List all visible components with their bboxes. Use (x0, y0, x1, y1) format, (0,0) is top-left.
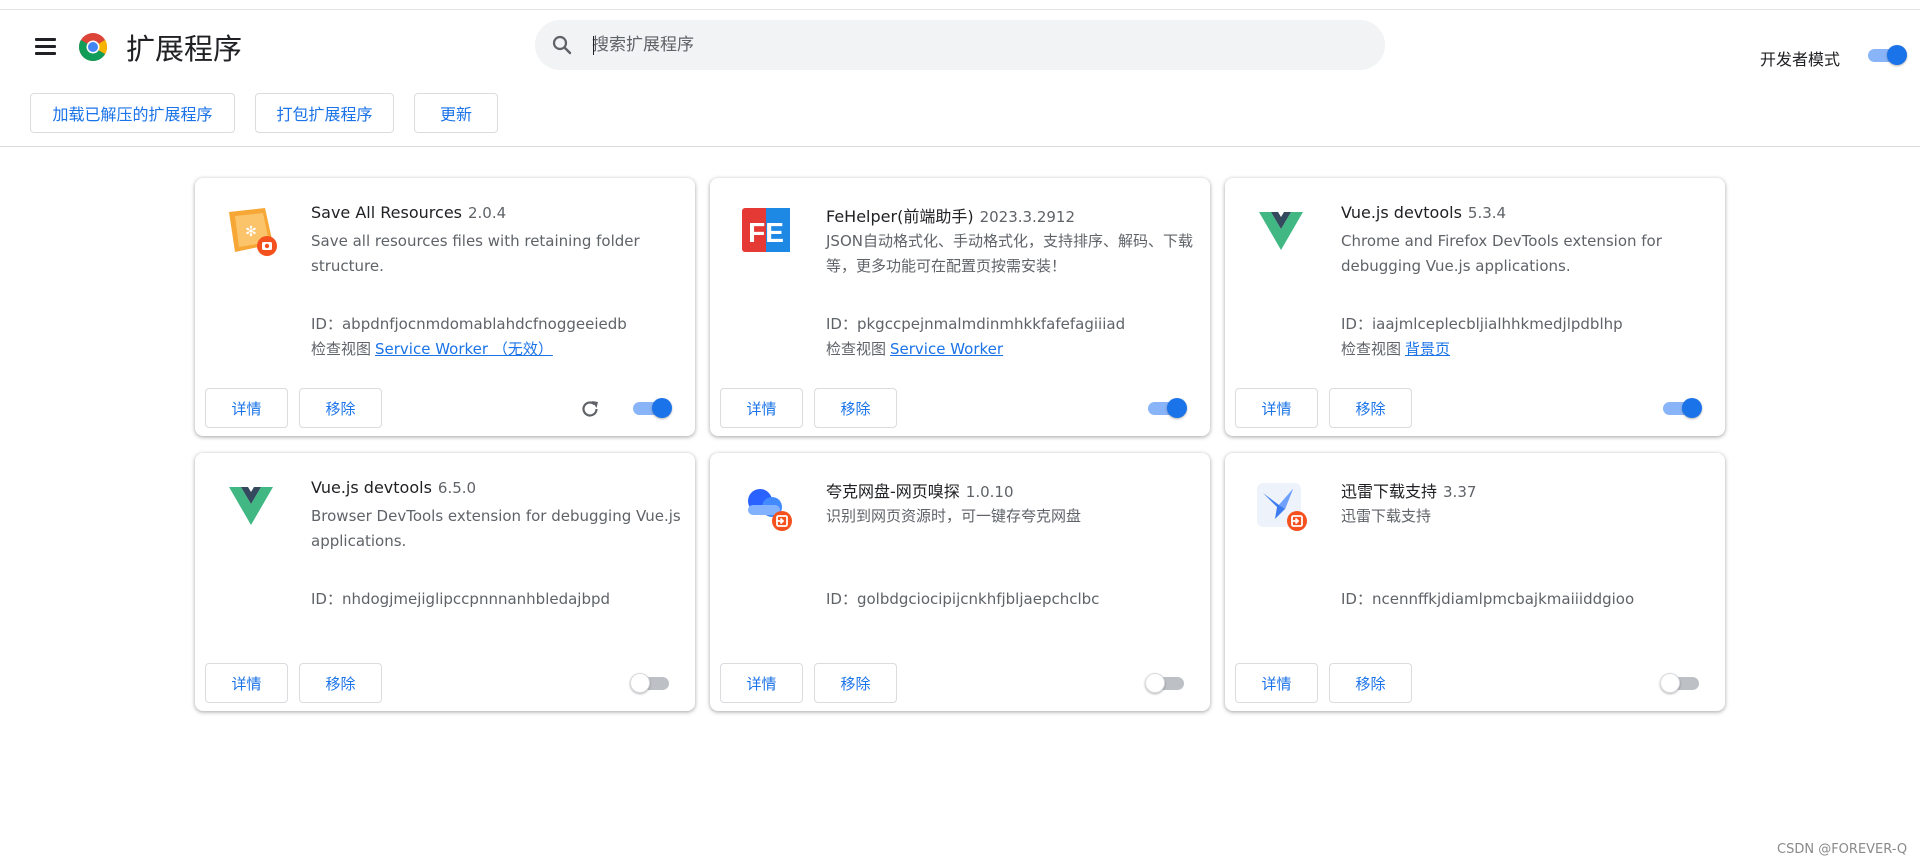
inspect-views: 检查视图 Service Worker (826, 340, 1004, 358)
remove-button[interactable]: 移除 (299, 663, 382, 703)
quark-cloud-icon (748, 489, 792, 531)
details-button[interactable]: 详情 (1235, 663, 1318, 703)
dev-toolbar: 加载已解压的扩展程序 打包扩展程序 更新 (0, 80, 1920, 147)
save-all-resources-icon: ✻ (229, 208, 277, 256)
dev-mode-toggle[interactable] (1866, 45, 1907, 65)
remove-button[interactable]: 移除 (814, 388, 897, 428)
extension-name: Vue.js devtools 6.5.0 (311, 478, 477, 497)
extension-name: Vue.js devtools 5.3.4 (1341, 203, 1507, 222)
enable-toggle[interactable] (631, 398, 672, 418)
chrome-logo-icon (79, 33, 107, 61)
remove-button[interactable]: 移除 (814, 663, 897, 703)
enable-toggle[interactable] (1145, 673, 1186, 693)
remove-button[interactable]: 移除 (299, 388, 382, 428)
page-title: 扩展程序 (126, 32, 243, 66)
details-button[interactable]: 详情 (720, 663, 803, 703)
extension-id: ID：golbdgciocipijcnkhfjbljaepchclbc (826, 590, 1100, 608)
extension-name: 迅雷下载支持 3.37 (1341, 482, 1477, 501)
extension-card-vue-devtools-5: Vue.js devtools 5.3.4 Chrome and Firefox … (1225, 178, 1725, 436)
enable-toggle[interactable] (1146, 398, 1187, 418)
extension-version: 5.3.4 (1467, 204, 1507, 222)
extension-description: Save all resources files with retaining … (311, 232, 640, 275)
xunlei-bird-icon (1257, 483, 1307, 531)
watermark: CSDN @FOREVER-Q (1777, 842, 1908, 857)
service-worker-inactive-link[interactable]: Service Worker （无效） (375, 340, 553, 358)
extension-description: Chrome and Firefox DevTools extension fo… (1341, 232, 1662, 275)
details-button[interactable]: 详情 (1235, 388, 1318, 428)
extension-id: ID：iaajmlceplecbljialhhkmedjlpdblhp (1341, 315, 1623, 333)
remove-button[interactable]: 移除 (1329, 388, 1412, 428)
pack-extension-button[interactable]: 打包扩展程序 (255, 93, 394, 133)
reload-icon[interactable] (579, 398, 601, 420)
extension-card-fehelper: FE FeHelper(前端助手) 2023.3.2912 JSON自动格式化、手… (710, 178, 1210, 436)
extension-card-vue-devtools-6: Vue.js devtools 6.5.0 Browser DevTools ex… (195, 453, 695, 711)
extension-description: JSON自动格式化、手动格式化，支持排序、解码、下载等，更多功能可在配置页按需安… (826, 232, 1193, 275)
extension-id: ID：ncennffkjdiamlpmcbajkmaiiiddgioo (1341, 590, 1635, 608)
browser-top-edge (0, 0, 1920, 10)
vue-icon (229, 487, 273, 525)
extension-description: 识别到网页资源时，可一键存夸克网盘 (826, 507, 1082, 525)
load-unpacked-button[interactable]: 加载已解压的扩展程序 (30, 93, 235, 133)
extension-card-quark-netdisk: 夸克网盘-网页嗅探 1.0.10 识别到网页资源时，可一键存夸克网盘 ID：gol… (710, 453, 1210, 711)
search-input[interactable] (592, 20, 1352, 70)
enable-toggle[interactable] (630, 673, 671, 693)
text-caret (593, 36, 594, 55)
extension-card-xunlei: 迅雷下载支持 3.37 迅雷下载支持 ID：ncennffkjdiamlpmcba… (1225, 453, 1725, 711)
extension-version: 1.0.10 (965, 483, 1014, 501)
details-button[interactable]: 详情 (205, 388, 288, 428)
extension-version: 2.0.4 (468, 204, 507, 222)
extension-id: ID：nhdogjmejiglipccpnnnanhbledajbpd (311, 590, 611, 608)
extension-version: 2023.3.2912 (979, 208, 1075, 226)
svg-text:✻: ✻ (245, 224, 257, 240)
enable-toggle[interactable] (1660, 673, 1701, 693)
extension-description: 迅雷下载支持 (1341, 507, 1432, 525)
background-page-link[interactable]: 背景页 (1405, 340, 1450, 358)
details-button[interactable]: 详情 (720, 388, 803, 428)
extension-id: ID：pkgccpejnmalmdinmhkkfafefagiiiad (826, 315, 1126, 333)
extension-id: ID：abpdnfjocnmdomablahdcfnoggeeiedb (311, 315, 627, 333)
remove-button[interactable]: 移除 (1329, 663, 1412, 703)
fehelper-icon-text: FE (748, 217, 784, 248)
vue-icon (1259, 212, 1303, 250)
details-button[interactable]: 详情 (205, 663, 288, 703)
inspect-views: 检查视图 Service Worker （无效） (311, 340, 553, 358)
extension-card-save-all-resources: ✻ Save All Resources 2.0.4 Save all resou… (195, 178, 695, 436)
extension-version: 6.5.0 (437, 479, 477, 497)
hamburger-menu-icon[interactable] (30, 34, 62, 64)
extension-description: Browser DevTools extension for debugging… (311, 507, 681, 550)
inspect-views: 检查视图 背景页 (1341, 340, 1451, 358)
search-bar[interactable] (535, 20, 1385, 70)
fehelper-icon: FE (742, 208, 790, 252)
service-worker-link[interactable]: Service Worker (890, 340, 1003, 358)
update-button[interactable]: 更新 (414, 93, 498, 133)
extension-version: 3.37 (1443, 483, 1477, 501)
search-icon (552, 35, 572, 55)
dev-mode-label: 开发者模式 (1760, 50, 1841, 69)
extension-name: 夸克网盘-网页嗅探 1.0.10 (826, 482, 1014, 501)
extension-name: Save All Resources 2.0.4 (311, 203, 507, 222)
enable-toggle[interactable] (1661, 398, 1702, 418)
extension-name: FeHelper(前端助手) 2023.3.2912 (826, 207, 1075, 226)
page-header: 扩展程序 开发者模式 (0, 10, 1920, 80)
